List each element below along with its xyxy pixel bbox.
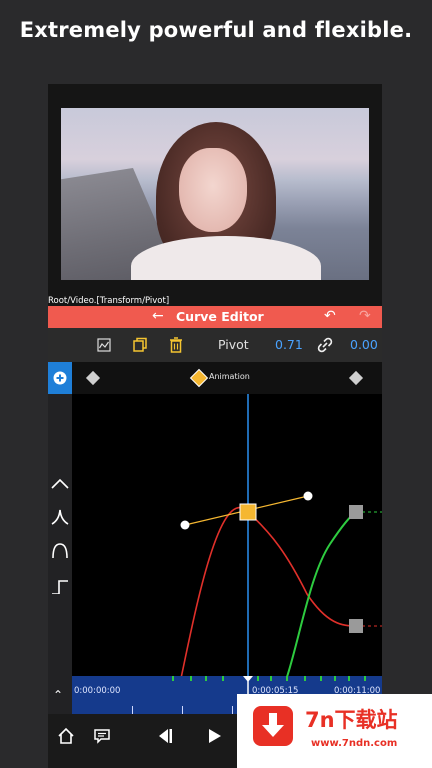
undo-icon[interactable]: ↶: [324, 308, 336, 324]
keyframe-marker[interactable]: [85, 370, 101, 386]
keyframe-marker[interactable]: [348, 370, 364, 386]
keyframe-point-selected[interactable]: [239, 503, 257, 521]
back-arrow-icon[interactable]: ←: [152, 308, 164, 324]
ease-peak-icon[interactable]: [51, 478, 69, 489]
animation-label: Animation: [209, 372, 250, 381]
curve-toolbar: Pivot 0.71 0.00: [48, 328, 382, 362]
step-icon[interactable]: [52, 580, 68, 594]
download-icon: [253, 706, 293, 746]
preview-image: [61, 108, 369, 280]
chevron-up-icon[interactable]: ⌃: [53, 688, 63, 702]
comment-icon[interactable]: [88, 724, 116, 748]
ease-round-icon[interactable]: [52, 543, 68, 559]
video-preview: [48, 84, 382, 296]
curve-graph[interactable]: [72, 394, 382, 676]
app-screen: Root/Video.[Transform/Pivot] ← Curve Edi…: [48, 84, 382, 768]
green-curve[interactable]: [94, 511, 357, 676]
handle-point[interactable]: [303, 491, 313, 501]
pivot-value-field[interactable]: 0.71: [275, 337, 303, 352]
redo-icon[interactable]: ↷: [359, 308, 371, 324]
keyframe-row: Animation: [72, 362, 382, 394]
keyframe-point[interactable]: [349, 619, 363, 633]
curve-editor-title: Curve Editor: [176, 309, 264, 324]
headline: Extremely powerful and flexible.: [19, 18, 413, 42]
home-icon[interactable]: [52, 724, 80, 748]
property-name: Pivot: [218, 337, 249, 352]
red-curve[interactable]: [94, 507, 357, 676]
watermark-logo: 7n下载站 www.7ndn.com: [237, 694, 432, 768]
add-keyframe-button[interactable]: [48, 362, 72, 394]
property-path: Root/Video.[Transform/Pivot]: [48, 296, 170, 306]
timeline-start: 0:00:00:00: [74, 686, 121, 696]
secondary-value-field[interactable]: 0.00: [350, 337, 378, 352]
trash-icon[interactable]: [164, 328, 188, 362]
ease-sharp-icon[interactable]: [51, 509, 69, 525]
keyframe-point[interactable]: [349, 505, 363, 519]
easing-toolbar: [48, 394, 72, 768]
handle-point[interactable]: [180, 520, 190, 530]
keyframe-marker-selected[interactable]: [189, 368, 209, 388]
link-icon[interactable]: [313, 328, 337, 362]
watermark-url: www.7ndn.com: [311, 738, 398, 749]
play-icon[interactable]: [200, 724, 228, 748]
curve-editor-header: ← Curve Editor ↶ ↷: [48, 306, 382, 328]
skip-back-icon[interactable]: [151, 724, 179, 748]
graph-icon[interactable]: [92, 328, 116, 362]
plus-circle-icon: [53, 371, 67, 385]
copy-icon[interactable]: [128, 328, 152, 362]
watermark-title: 7n下载站: [305, 708, 398, 732]
